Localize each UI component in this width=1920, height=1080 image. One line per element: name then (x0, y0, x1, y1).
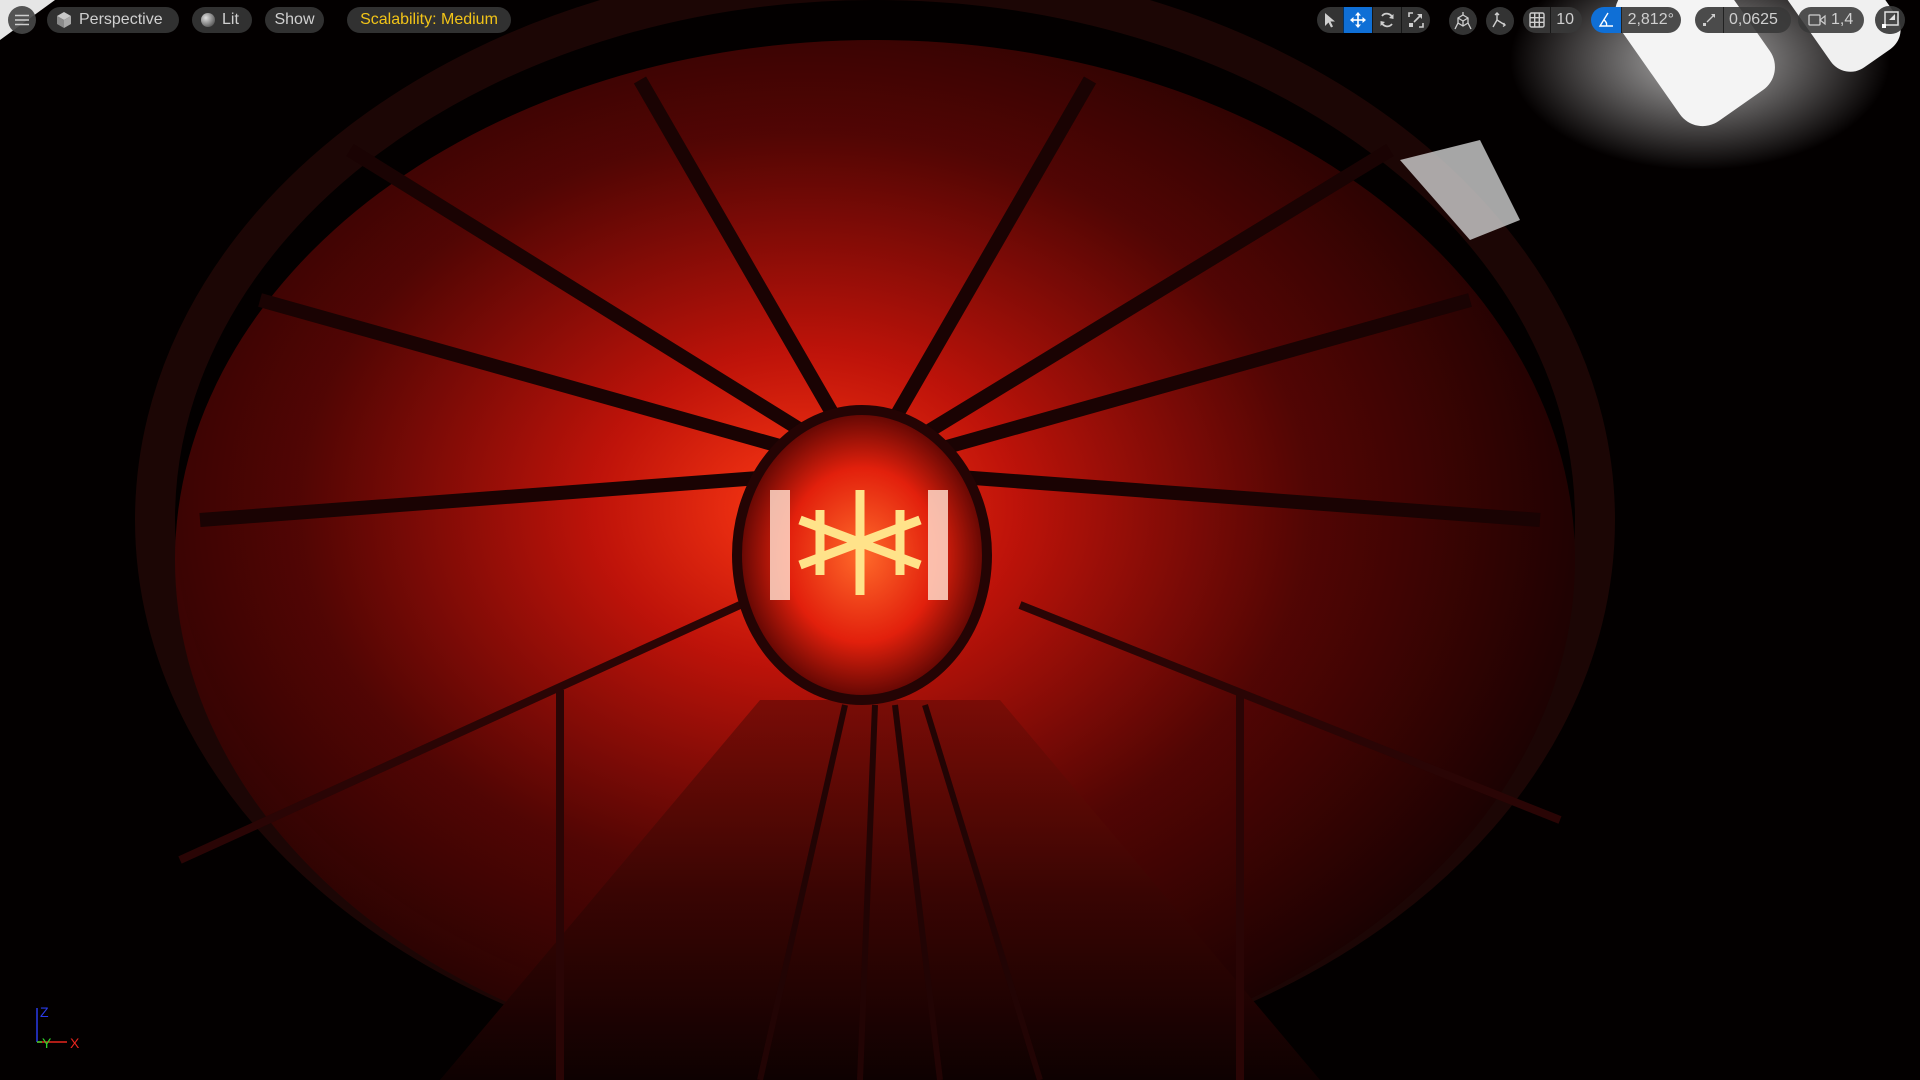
cursor-arrow-icon (1324, 12, 1336, 28)
grid-icon (1528, 12, 1545, 28)
scale-icon (1408, 12, 1424, 28)
lit-sphere-icon (200, 12, 216, 28)
door-light-right (928, 490, 948, 600)
scale-snap-group: 0,0625 (1695, 7, 1791, 33)
scale-mode-button[interactable] (1401, 7, 1430, 33)
x-axis-label: X (70, 1035, 80, 1050)
rotation-snap-value[interactable]: 2,812° (1620, 7, 1681, 33)
coordinate-system-button[interactable] (1486, 7, 1514, 35)
scalability-label: Scalability: Medium (360, 11, 498, 28)
view-lighting-button[interactable]: Lit (192, 7, 252, 33)
translate-mode-button[interactable] (1343, 7, 1372, 33)
maximize-viewport-icon (1881, 11, 1899, 29)
grid-snap-value[interactable]: 10 (1550, 7, 1582, 33)
door-light-left (770, 490, 790, 600)
show-button[interactable]: Show (265, 7, 324, 33)
move-arrows-icon (1350, 12, 1366, 28)
viewport-menu-button[interactable] (8, 6, 36, 34)
scale-arrow-icon (1702, 13, 1716, 27)
show-label: Show (274, 11, 315, 28)
view-mode-button[interactable]: Perspective (47, 7, 179, 33)
view-mode-label: Perspective (79, 11, 163, 28)
view-lighting-label: Lit (222, 11, 239, 28)
grid-snap-group: 10 (1523, 7, 1582, 33)
level-viewport[interactable]: Perspective Lit Show Scalability: Medium (0, 0, 1920, 1080)
rotation-snap-group: 2,812° (1591, 7, 1681, 33)
rotation-snap-toggle[interactable] (1591, 7, 1621, 33)
scale-snap-value[interactable]: 0,0625 (1723, 7, 1784, 33)
transform-tools-group (1317, 7, 1430, 33)
scale-snap-toggle[interactable] (1695, 7, 1723, 33)
angle-icon (1598, 12, 1614, 28)
grid-snap-toggle[interactable] (1523, 7, 1550, 33)
maximize-viewport-button[interactable] (1875, 6, 1905, 34)
perspective-cube-icon (55, 11, 73, 29)
scene-render[interactable] (0, 0, 1920, 1080)
z-axis-label: Z (40, 1004, 49, 1020)
camera-speed-value: 1,4 (1831, 11, 1854, 28)
hamburger-menu-icon (15, 14, 29, 26)
rotate-mode-button[interactable] (1372, 7, 1401, 33)
axis-gizmo: Z Y X (30, 1000, 90, 1050)
select-mode-button[interactable] (1317, 7, 1343, 33)
camera-icon (1808, 13, 1826, 27)
world-local-icon (1491, 12, 1509, 30)
rotate-icon (1379, 12, 1395, 28)
scalability-button[interactable]: Scalability: Medium (347, 7, 511, 33)
y-axis-label: Y (42, 1035, 52, 1050)
surface-snapping-button[interactable] (1449, 7, 1477, 35)
camera-speed-button[interactable]: 1,4 (1798, 7, 1864, 33)
surface-snap-icon (1454, 12, 1472, 30)
